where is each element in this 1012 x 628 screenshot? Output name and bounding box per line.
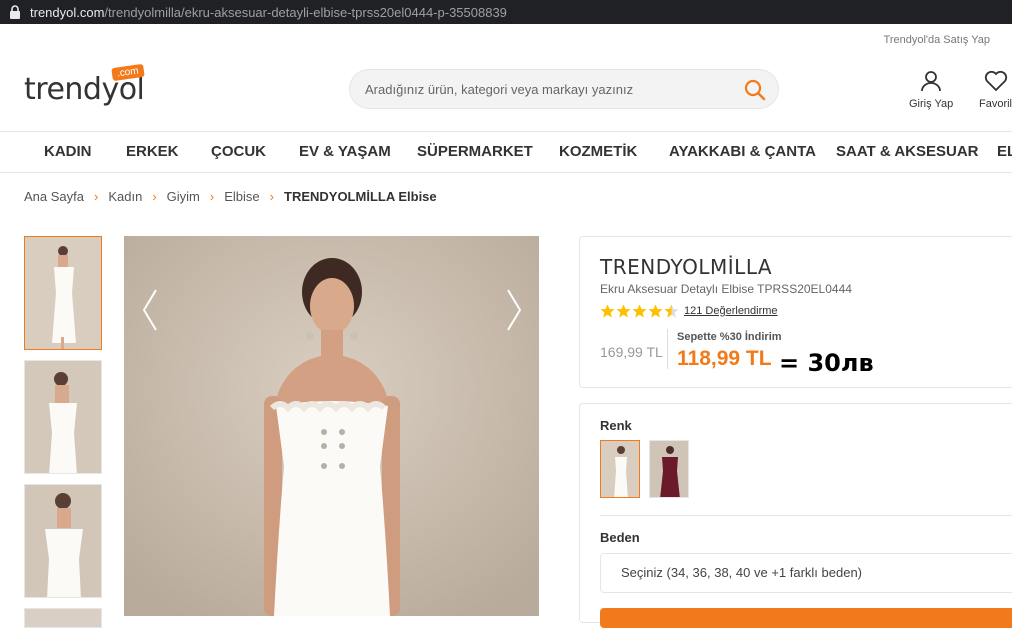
chevron-right-icon: › (94, 189, 99, 204)
chevron-right-icon: › (152, 189, 157, 204)
user-icon (921, 71, 942, 92)
price-annotation: = 30лв (779, 349, 874, 377)
breadcrumb-kadin[interactable]: Kadın (108, 189, 142, 204)
browser-url: trendyol.com/trendyolmilla/ekru-aksesuar… (30, 4, 507, 20)
product-thumbnail-3[interactable] (24, 484, 102, 598)
lock-icon (10, 5, 20, 19)
nav-item-kadin[interactable]: KADIN (44, 143, 92, 160)
rating-stars (600, 304, 680, 318)
chevron-right-icon: › (209, 189, 215, 204)
dress-thumbnail-image (25, 361, 101, 473)
product-rating: 121 Değerlendirme (600, 304, 778, 318)
star-icon (600, 304, 615, 318)
nav-item-supermarket[interactable]: SÜPERMARKET (417, 143, 533, 160)
breadcrumb-giyim[interactable]: Giyim (167, 189, 200, 204)
product-title: Ekru Aksesuar Detaylı Elbise TPRSS20EL04… (600, 282, 852, 296)
section-divider (600, 515, 1012, 516)
price-divider (667, 329, 668, 369)
basket-discount-label: Sepette %30 İndirim (677, 331, 782, 343)
size-dropdown-value: Seçiniz (34, 36, 38, 40 ve +1 farklı bed… (621, 565, 863, 580)
nav-item-elektronik[interactable]: EL (997, 143, 1012, 160)
nav-item-erkek[interactable]: ERKEK (126, 143, 179, 160)
category-nav: KADIN ERKEK ÇOCUK EV & YAŞAM SÜPERMARKET… (0, 131, 1012, 173)
dress-swatch-image (650, 441, 688, 497)
variants-box: Renk Beden B Seçiniz (34, 36, 38, 40 ve … (579, 403, 1012, 628)
add-to-cart-button[interactable] (600, 608, 1012, 628)
original-price: 169,99 TL (600, 344, 663, 360)
color-swatch-ecru[interactable] (600, 440, 640, 498)
star-icon (616, 304, 631, 318)
star-icon (648, 304, 663, 318)
product-main-image[interactable] (124, 236, 539, 616)
breadcrumb-elbise[interactable]: Elbise (224, 189, 259, 204)
product-thumbnail-4[interactable] (24, 608, 102, 628)
dress-thumbnail-image (25, 485, 101, 597)
search-icon[interactable] (744, 79, 766, 101)
color-section-title: Renk (600, 418, 632, 433)
size-section-title: Beden (600, 530, 640, 545)
dress-model-photo (124, 236, 539, 616)
star-icon (632, 304, 647, 318)
color-swatch-burgundy[interactable] (649, 440, 689, 498)
brand-name[interactable]: TRENDYOLMİLLA (600, 255, 772, 279)
product-thumbnail-2[interactable] (24, 360, 102, 474)
size-dropdown[interactable]: Seçiniz (34, 36, 38, 40 ve +1 farklı bed… (600, 553, 1012, 593)
nav-item-cocuk[interactable]: ÇOCUK (211, 143, 266, 160)
dress-swatch-image (601, 441, 639, 497)
nav-item-saat-aksesuar[interactable]: SAAT & AKSESUAR (836, 143, 979, 160)
account-button[interactable]: Giriş Yap (909, 70, 953, 110)
chevron-right-icon[interactable] (504, 288, 524, 332)
discounted-price: 118,99 TL (677, 347, 772, 370)
nav-item-kozmetik[interactable]: KOZMETİK (559, 143, 637, 160)
search-input[interactable] (365, 81, 725, 97)
breadcrumb-current[interactable]: TRENDYOLMİLLA Elbise (284, 189, 437, 204)
favorites-label: Favoril (979, 98, 1012, 110)
dress-thumbnail-image (25, 237, 101, 349)
browser-address-bar[interactable]: trendyol.com/trendyolmilla/ekru-aksesuar… (0, 0, 1012, 24)
breadcrumb: Ana Sayfa › Kadın › Giyim › Elbise › TRE… (24, 189, 437, 204)
search-bar (349, 69, 779, 109)
account-label: Giriş Yap (909, 98, 954, 110)
nav-item-ayakkabi-canta[interactable]: AYAKKABI & ÇANTA (669, 143, 816, 160)
breadcrumb-home[interactable]: Ana Sayfa (24, 189, 84, 204)
chevron-left-icon[interactable] (140, 288, 160, 332)
star-half-icon (664, 304, 679, 318)
nav-item-ev-yasam[interactable]: EV & YAŞAM (299, 143, 391, 160)
favorites-button[interactable]: Favoril (979, 70, 1012, 110)
heart-icon (984, 70, 1007, 92)
review-count-link[interactable]: 121 Değerlendirme (684, 305, 778, 317)
product-thumbnail-1[interactable] (24, 236, 102, 350)
chevron-right-icon: › (269, 189, 274, 204)
sell-on-trendyol-link[interactable]: Trendyol'da Satış Yap (884, 34, 990, 46)
